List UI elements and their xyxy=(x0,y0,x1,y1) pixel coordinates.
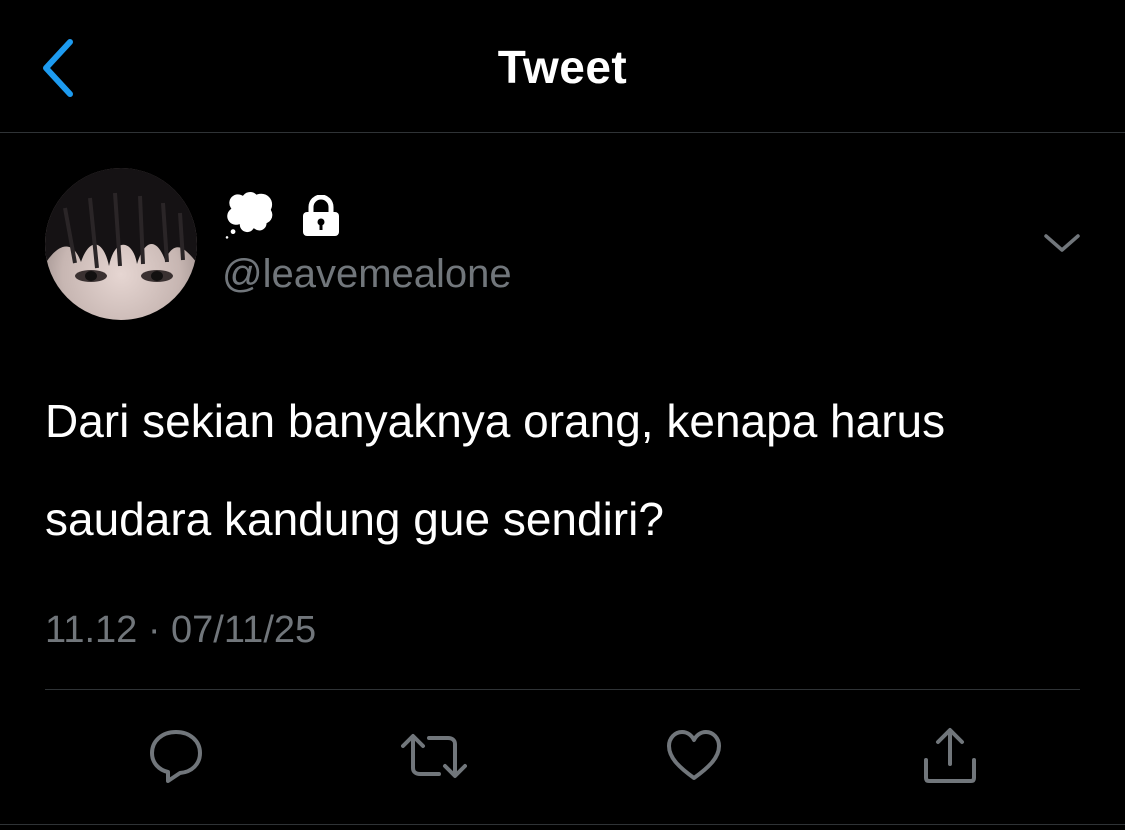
bottom-divider xyxy=(0,824,1125,825)
top-bar: Tweet xyxy=(0,0,1125,133)
share-icon xyxy=(924,728,976,783)
reply-button[interactable] xyxy=(146,726,206,786)
divider xyxy=(45,689,1080,690)
chevron-down-icon xyxy=(1044,234,1080,252)
user-handle[interactable]: @leavemealone xyxy=(222,250,512,298)
lock-icon xyxy=(302,195,339,236)
reply-icon xyxy=(150,730,202,783)
tweet-text: Dari sekian banyaknya orang, kenapa haru… xyxy=(45,395,946,545)
author-name-row: 💭 xyxy=(222,190,341,242)
share-button[interactable] xyxy=(920,726,980,786)
tweet-timestamp: 11.12 · 07/11/25 xyxy=(45,609,317,651)
avatar[interactable] xyxy=(45,168,197,320)
display-name[interactable]: 💭 xyxy=(222,190,277,242)
retweet-icon xyxy=(401,734,467,778)
more-options-button[interactable] xyxy=(1040,228,1084,260)
avatar-image xyxy=(45,168,197,282)
like-button[interactable] xyxy=(664,726,724,786)
retweet-button[interactable] xyxy=(401,726,467,786)
page-title: Tweet xyxy=(497,41,628,93)
like-icon xyxy=(667,730,721,780)
